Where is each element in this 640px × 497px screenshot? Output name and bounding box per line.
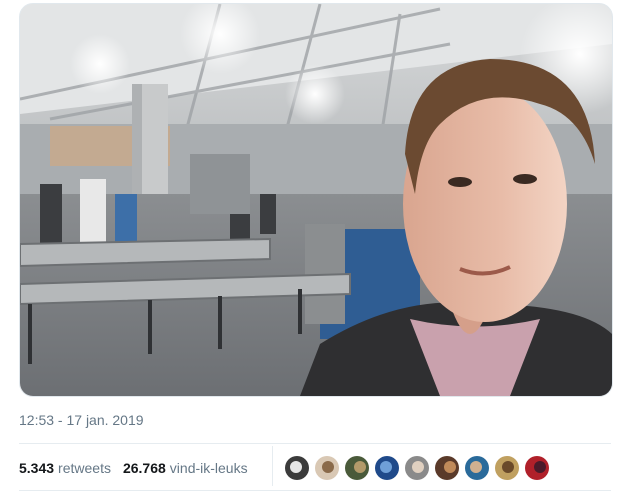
liker-avatar-4[interactable] [375, 456, 399, 480]
avatar-face [534, 461, 546, 473]
avatar-face [412, 461, 424, 473]
liker-avatar-3[interactable] [345, 456, 369, 480]
likes-label: vind-ik-leuks [169, 460, 248, 476]
selfie-photo [20, 4, 612, 396]
liker-avatar-8[interactable] [495, 456, 519, 480]
likes-stat[interactable]: 26.768 vind-ik-leuks [123, 460, 248, 476]
avatar-face [290, 461, 302, 473]
avatar-face [444, 461, 456, 473]
tweet-photo[interactable] [19, 3, 613, 397]
avatar-face [470, 461, 482, 473]
avatar-face [354, 461, 366, 473]
tweet-timestamp[interactable]: 12:53 - 17 jan. 2019 [19, 412, 144, 428]
tweet-stats: 5.343 retweets 26.768 vind-ik-leuks [19, 456, 260, 480]
avatar-face [502, 461, 514, 473]
liker-avatar-7[interactable] [465, 456, 489, 480]
liker-avatar-6[interactable] [435, 456, 459, 480]
liker-avatars [285, 456, 555, 480]
avatar-face [380, 461, 392, 473]
liker-avatar-1[interactable] [285, 456, 309, 480]
liker-avatar-5[interactable] [405, 456, 429, 480]
avatar-face [322, 461, 334, 473]
retweets-count: 5.343 [19, 460, 55, 476]
likes-count: 26.768 [122, 460, 166, 476]
retweets-stat[interactable]: 5.343 retweets [19, 460, 111, 476]
stats-separator [272, 446, 273, 486]
divider [19, 443, 611, 444]
divider [19, 490, 611, 491]
liker-avatar-9[interactable] [525, 456, 549, 480]
retweets-label: retweets [58, 460, 111, 476]
liker-avatar-2[interactable] [315, 456, 339, 480]
